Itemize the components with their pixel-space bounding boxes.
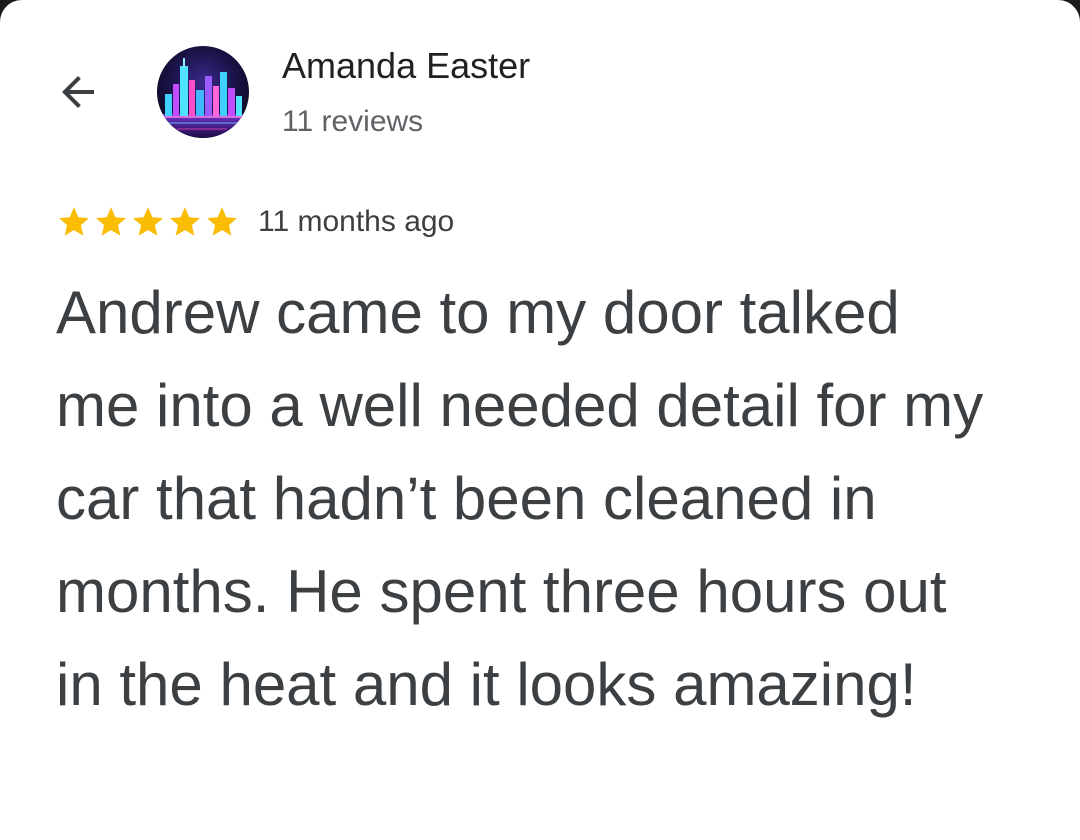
rating-row: 11 months ago — [56, 200, 454, 244]
review-time: 11 months ago — [258, 205, 455, 238]
reviewer-name[interactable]: Amanda Easter — [282, 44, 530, 88]
back-button[interactable] — [50, 64, 106, 120]
star-icon — [96, 207, 126, 236]
star-icon — [170, 207, 200, 236]
review-card: Amanda Easter 11 reviews 11 months ago A… — [0, 0, 1080, 840]
star-icon — [133, 207, 163, 236]
star-icon — [207, 207, 237, 236]
arrow-left-icon — [62, 76, 94, 108]
avatar[interactable] — [157, 46, 249, 138]
star-rating — [56, 204, 240, 240]
review-text: Andrew came to my door talked me into a … — [56, 279, 984, 718]
city-skyline-avatar — [157, 46, 249, 138]
star-icon — [59, 207, 89, 236]
reviewer-review-count: 11 reviews — [282, 105, 424, 138]
